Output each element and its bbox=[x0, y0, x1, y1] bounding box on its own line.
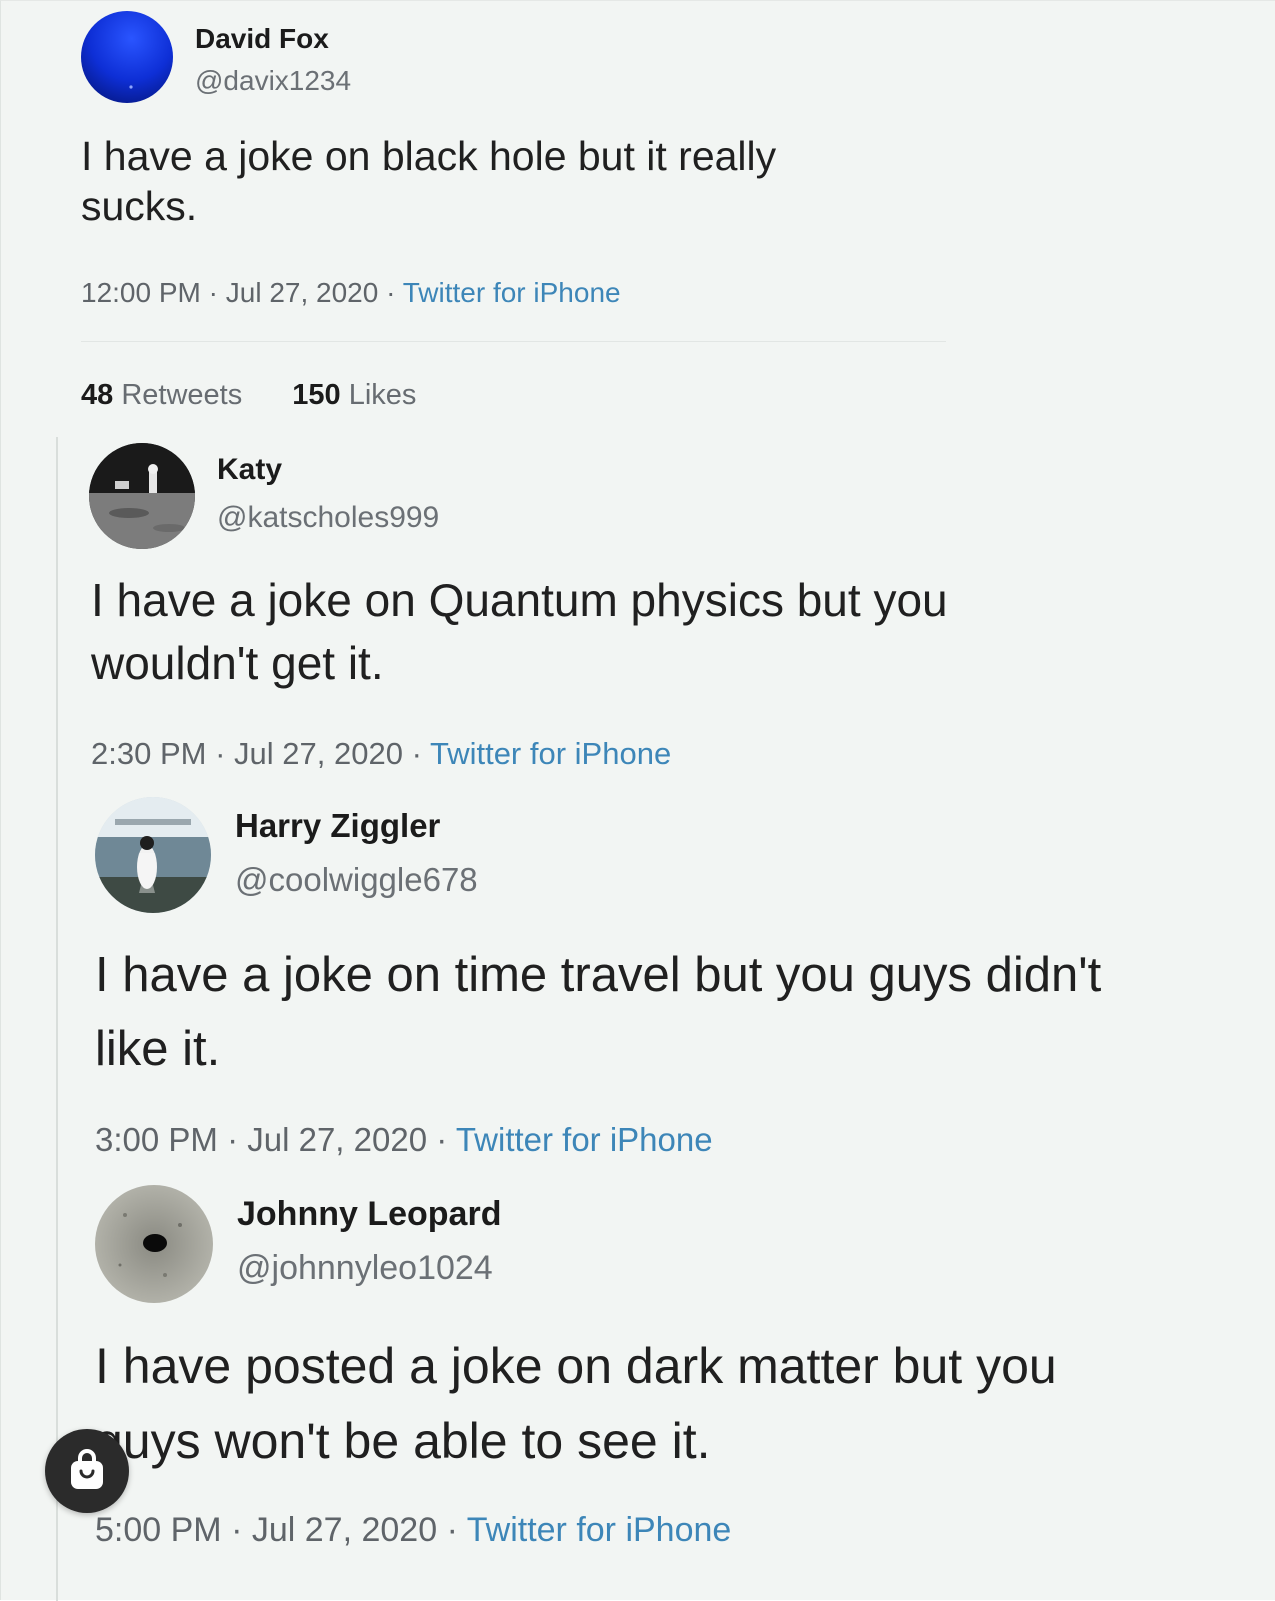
main-tweet[interactable]: David Fox @davix1234 I have a joke on bl… bbox=[1, 1, 1275, 431]
avatar-penguin-icon[interactable] bbox=[95, 797, 211, 913]
author-name[interactable]: Johnny Leopard bbox=[237, 1195, 501, 1234]
meta-separator: · bbox=[208, 277, 218, 308]
tweet-meta: 3:00 PM · Jul 27, 2020 · Twitter for iPh… bbox=[95, 1121, 713, 1159]
meta-separator: · bbox=[411, 736, 422, 771]
likes-count: 150 bbox=[292, 379, 341, 411]
tweet-text: I have posted a joke on dark matter but … bbox=[95, 1338, 1057, 1469]
reply-tweet[interactable]: Katy @katscholes999 I have a joke on Qua… bbox=[1, 431, 1275, 791]
tweet-date[interactable]: Jul 27, 2020 bbox=[226, 277, 379, 308]
tweet-time: 2:30 PM bbox=[91, 736, 207, 771]
avatar-moon-landing-icon[interactable] bbox=[89, 443, 195, 549]
tweet-source-link[interactable]: Twitter for iPhone bbox=[467, 1511, 732, 1549]
tweet-text: I have a joke on black hole but it reall… bbox=[81, 133, 777, 230]
tweet-stats: 48 Retweets 150 Likes bbox=[81, 379, 416, 412]
tweet-source-link[interactable]: Twitter for iPhone bbox=[456, 1121, 713, 1158]
tweet-text: I have a joke on Quantum physics but you… bbox=[91, 574, 948, 690]
tweet-time: 12:00 PM bbox=[81, 277, 201, 308]
tweet-source-link[interactable]: Twitter for iPhone bbox=[430, 736, 671, 771]
tweet-meta: 12:00 PM · Jul 27, 2020 · Twitter for iP… bbox=[81, 277, 621, 309]
tweet-meta: 5:00 PM · Jul 27, 2020 · Twitter for iPh… bbox=[95, 1511, 731, 1550]
shopping-bag-icon bbox=[71, 1449, 103, 1489]
tweet-meta: 2:30 PM · Jul 27, 2020 · Twitter for iPh… bbox=[91, 736, 671, 772]
avatar-blue-sphere-icon[interactable] bbox=[81, 11, 173, 103]
tweet-date[interactable]: Jul 27, 2020 bbox=[234, 736, 403, 771]
meta-separator: · bbox=[436, 1121, 448, 1158]
retweets-label: Retweets bbox=[121, 379, 243, 411]
tweet-text: I have a joke on time travel but you guy… bbox=[95, 948, 1102, 1076]
tweet-time: 5:00 PM bbox=[95, 1511, 222, 1549]
meta-separator: · bbox=[227, 1121, 239, 1158]
author-name[interactable]: Katy bbox=[217, 453, 282, 487]
likes-stat[interactable]: 150 Likes bbox=[292, 379, 416, 411]
retweets-stat[interactable]: 48 Retweets bbox=[81, 379, 242, 411]
avatar-dark-hole-icon[interactable] bbox=[95, 1185, 213, 1303]
likes-label: Likes bbox=[348, 379, 417, 411]
shopping-bag-button[interactable] bbox=[45, 1429, 129, 1513]
author-name[interactable]: Harry Ziggler bbox=[235, 807, 440, 845]
reply-tweet[interactable]: Johnny Leopard @johnnyleo1024 I have pos… bbox=[1, 1181, 1275, 1601]
tweet-date[interactable]: Jul 27, 2020 bbox=[252, 1511, 437, 1549]
author-handle[interactable]: @katscholes999 bbox=[217, 501, 439, 535]
tweet-source-link[interactable]: Twitter for iPhone bbox=[403, 277, 621, 308]
tweet-date[interactable]: Jul 27, 2020 bbox=[247, 1121, 427, 1158]
author-handle[interactable]: @coolwiggle678 bbox=[235, 861, 478, 899]
meta-separator: · bbox=[446, 1511, 458, 1549]
meta-separator: · bbox=[386, 277, 396, 308]
tweet-time: 3:00 PM bbox=[95, 1121, 218, 1158]
retweets-count: 48 bbox=[81, 379, 114, 411]
author-handle[interactable]: @davix1234 bbox=[195, 65, 351, 97]
author-name[interactable]: David Fox bbox=[195, 23, 329, 55]
reply-tweet[interactable]: Harry Ziggler @coolwiggle678 I have a jo… bbox=[1, 791, 1275, 1181]
meta-separator: · bbox=[231, 1511, 243, 1549]
divider bbox=[81, 341, 946, 342]
screenshot-canvas: David Fox @davix1234 I have a joke on bl… bbox=[0, 0, 1275, 1601]
author-handle[interactable]: @johnnyleo1024 bbox=[237, 1249, 493, 1288]
meta-separator: · bbox=[215, 736, 226, 771]
